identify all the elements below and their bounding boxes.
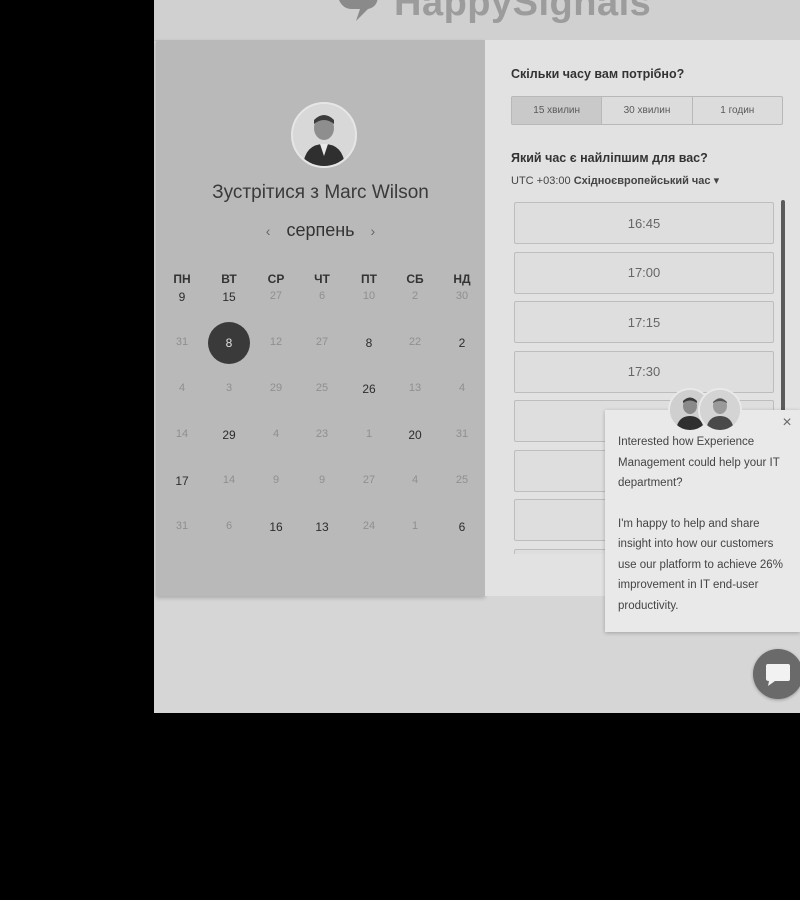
chat-message-line1: Interested how Experience Management cou… bbox=[618, 436, 780, 489]
calendar-day[interactable]: 15 bbox=[209, 290, 249, 304]
calendar-day: 31 bbox=[175, 336, 189, 348]
timezone-offset: UTC +03:00 bbox=[511, 175, 571, 187]
calendar-day: 6 bbox=[318, 290, 326, 302]
weekday-label: ВТ bbox=[221, 272, 237, 286]
weekday-label: ЧТ bbox=[314, 272, 330, 286]
meeting-title-prefix: Зустрітися з bbox=[212, 182, 320, 203]
calendar-day: 1 bbox=[365, 428, 373, 440]
chat-message-line2: I'm happy to help and share insight into… bbox=[618, 517, 783, 612]
chat-agent-avatar bbox=[698, 388, 742, 432]
calendar-panel: Зустрітися з Marc Wilson ‹ серпень › ПН В… bbox=[156, 40, 485, 596]
duration-option-button[interactable]: 15 хвилин bbox=[512, 97, 603, 124]
calendar-day: 4 bbox=[272, 428, 280, 440]
calendar-day: 12 bbox=[269, 336, 283, 348]
calendar-day: 4 bbox=[178, 382, 186, 394]
calendar-day: 4 bbox=[458, 382, 466, 394]
time-slot-button[interactable]: 17:15 bbox=[514, 301, 774, 343]
calendar-grid: ПН ВТ СР ЧТ ПТ СБ НД 9 15 27 6 10 2 30 31 8 12 27 8 22 2 4 3 29… bbox=[156, 272, 485, 534]
calendar-day: 13 bbox=[408, 382, 422, 394]
prev-month-button[interactable]: ‹ bbox=[264, 223, 273, 239]
calendar-day[interactable]: 9 bbox=[162, 290, 202, 304]
calendar-day: 4 bbox=[411, 474, 419, 486]
calendar-day: 27 bbox=[362, 474, 376, 486]
month-navigation: ‹ серпень › bbox=[156, 220, 485, 241]
weekday-label: СБ bbox=[406, 272, 424, 286]
calendar-weekday-row: ПН ВТ СР ЧТ ПТ СБ НД bbox=[156, 272, 485, 292]
chat-message: Interested how Experience Management cou… bbox=[618, 432, 793, 616]
calendar-day[interactable]: 16 bbox=[256, 520, 296, 534]
weekday-label: ПН bbox=[173, 272, 191, 286]
duration-question: Скільки часу вам потрібно? bbox=[511, 67, 685, 81]
time-slot-button[interactable]: 17:30 bbox=[514, 350, 774, 393]
calendar-day: 31 bbox=[175, 520, 189, 532]
calendar-day: 31 bbox=[455, 428, 469, 440]
chat-launcher-button[interactable] bbox=[753, 649, 800, 699]
calendar-day: 6 bbox=[225, 520, 233, 532]
weekday-label: ПТ bbox=[361, 272, 377, 286]
chat-popup: × Interested how Experience Management c… bbox=[605, 410, 800, 632]
calendar-day: 30 bbox=[455, 290, 469, 302]
calendar-day: 27 bbox=[269, 290, 283, 302]
duration-option-button[interactable]: 1 годин bbox=[693, 97, 782, 124]
timezone-selector[interactable]: UTC +03:00 Східноєвропейський час ▾ bbox=[511, 174, 719, 187]
duration-option-button[interactable]: 30 хвилин bbox=[602, 97, 693, 124]
calendar-day[interactable]: 8 bbox=[349, 336, 389, 350]
host-name: Marc Wilson bbox=[324, 182, 429, 203]
calendar-day: 2 bbox=[411, 290, 419, 302]
calendar-day[interactable]: 17 bbox=[162, 474, 202, 488]
timezone-caret-icon: ▾ bbox=[713, 175, 720, 187]
calendar-day: 9 bbox=[272, 474, 280, 486]
calendar-day: 3 bbox=[225, 382, 233, 394]
weekday-label: НД bbox=[453, 272, 471, 286]
calendar-day: 10 bbox=[362, 290, 376, 302]
calendar-day[interactable]: 13 bbox=[302, 520, 342, 534]
calendar-day-selected[interactable]: 8 bbox=[209, 336, 249, 350]
calendar-day: 24 bbox=[362, 520, 376, 532]
brand-logo: HappySignals bbox=[330, 0, 651, 28]
calendar-day[interactable]: 2 bbox=[442, 336, 482, 350]
host-avatar bbox=[291, 102, 357, 168]
month-label: серпень bbox=[286, 220, 355, 240]
calendar-day: 14 bbox=[222, 474, 236, 486]
calendar-day: 29 bbox=[269, 382, 283, 394]
calendar-day: 25 bbox=[315, 382, 329, 394]
calendar-day: 14 bbox=[175, 428, 189, 440]
weekday-label: СР bbox=[267, 272, 285, 286]
calendar-day[interactable]: 29 bbox=[209, 428, 249, 442]
calendar-day: 22 bbox=[408, 336, 422, 348]
calendar-day: 27 bbox=[315, 336, 329, 348]
duration-selector: 15 хвилин 30 хвилин 1 годин bbox=[511, 96, 783, 125]
calendar-day[interactable]: 26 bbox=[349, 382, 389, 396]
calendar-day: 23 bbox=[315, 428, 329, 440]
calendar-day[interactable]: 6 bbox=[442, 520, 482, 534]
next-month-button[interactable]: › bbox=[369, 223, 378, 239]
time-slot-button[interactable]: 17:00 bbox=[514, 251, 774, 294]
calendar-day: 1 bbox=[411, 520, 419, 532]
chat-agent-avatars bbox=[668, 388, 742, 432]
header-bar: HappySignals bbox=[154, 0, 800, 41]
chat-bubble-icon bbox=[766, 664, 790, 686]
logo-mark-icon bbox=[330, 0, 384, 25]
calendar-day: 9 bbox=[318, 474, 326, 486]
calendar-day[interactable]: 20 bbox=[395, 428, 435, 442]
close-icon[interactable]: × bbox=[780, 415, 794, 431]
logo-text: HappySignals bbox=[394, 0, 652, 24]
timezone-name: Східноєвропейський час bbox=[573, 175, 711, 187]
calendar-day: 25 bbox=[455, 474, 469, 486]
time-slot-button[interactable]: 16:45 bbox=[514, 202, 774, 244]
meeting-title: Зустрітися з Marc Wilson bbox=[156, 182, 485, 204]
time-question: Який час є найліпшим для вас? bbox=[511, 151, 708, 165]
